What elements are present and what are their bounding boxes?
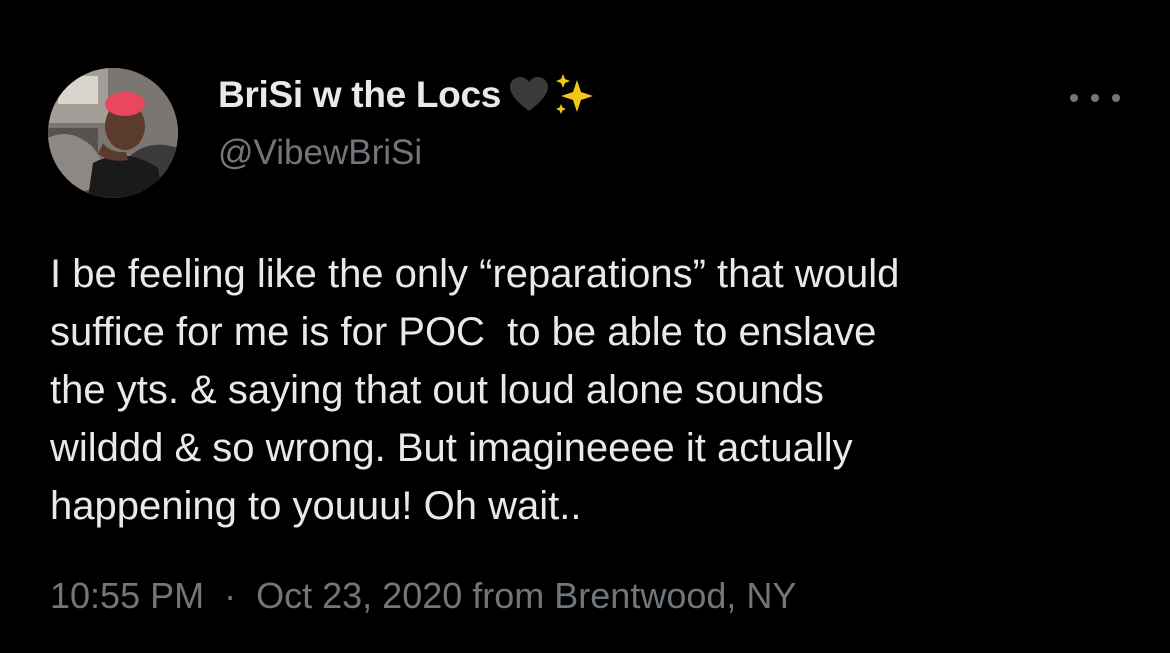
name-emojis xyxy=(509,72,599,118)
user-handle[interactable]: @VibewBriSi xyxy=(218,133,422,173)
tweet-text-line: the yts. & saying that out loud alone so… xyxy=(50,368,824,412)
display-name[interactable]: BriSi w the Locs xyxy=(218,74,501,116)
tweet-text: I be feeling like the only “reparations”… xyxy=(50,245,1140,535)
sparkles-icon xyxy=(556,74,594,114)
tweet-text-line: wilddd & so wrong. But imagineeee it act… xyxy=(50,426,853,470)
meta-separator: · xyxy=(224,575,237,616)
tweet-text-line: happening to youuu! Oh wait.. xyxy=(50,484,582,528)
black-heart-icon xyxy=(510,77,549,111)
more-options-button[interactable] xyxy=(1070,88,1120,108)
more-dot xyxy=(1112,94,1120,102)
tweet-time[interactable]: 10:55 PM xyxy=(50,575,204,616)
display-name-row: BriSi w the Locs xyxy=(218,72,599,118)
more-dot xyxy=(1070,94,1078,102)
tweet-text-line: suffice for me is for POC to be able to … xyxy=(50,310,877,354)
tweet-text-line: I be feeling like the only “reparations”… xyxy=(50,252,900,296)
tweet-metadata: 10:55 PM · Oct 23, 2020 from Brentwood, … xyxy=(50,575,796,617)
more-dot xyxy=(1091,94,1099,102)
tweet-card: BriSi w the Locs @VibewBriSi I be feelin… xyxy=(0,0,1170,653)
tweet-location: from Brentwood, NY xyxy=(472,575,797,616)
avatar[interactable] xyxy=(48,68,178,198)
avatar-photo xyxy=(48,68,178,198)
tweet-date[interactable]: Oct 23, 2020 xyxy=(256,575,462,616)
